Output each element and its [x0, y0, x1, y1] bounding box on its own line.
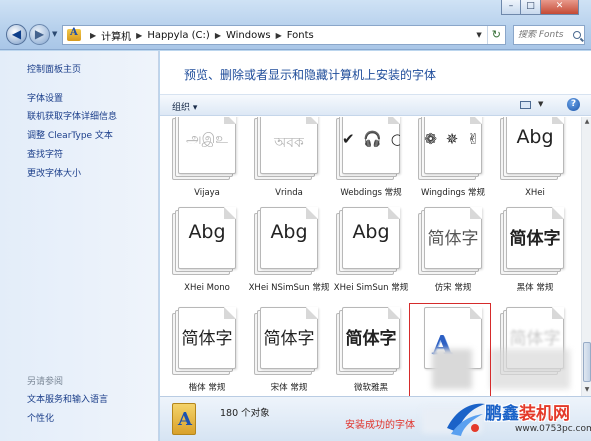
- font-file-icon: அஇஉ: [172, 117, 238, 182]
- font-grid: அஇஉ Vijaya অবক Vrinda ✔ 🎧 ○ Webdings 常规 …: [160, 117, 581, 396]
- help-icon[interactable]: ?: [567, 98, 580, 111]
- font-name: 微软雅黑: [353, 383, 388, 393]
- font-sample: 简体字: [509, 229, 561, 249]
- font-sample: 简体字: [509, 329, 561, 349]
- chevron-right-icon[interactable]: ▶: [136, 31, 142, 40]
- personalization-link[interactable]: 个性化: [27, 411, 54, 424]
- font-file-icon: Abg: [254, 207, 320, 277]
- title-bar: – □ ✕ ◀ ▶ ▼ ▶ 计算机 ▶ Happyla (C:) ▶ Windo…: [0, 0, 591, 50]
- search-box[interactable]: [513, 25, 585, 45]
- breadcrumb-windows[interactable]: Windows: [226, 30, 271, 41]
- address-bar[interactable]: ▶ 计算机 ▶ Happyla (C:) ▶ Windows ▶ Fonts ▼…: [62, 25, 506, 45]
- close-button[interactable]: ✕: [541, 0, 579, 15]
- scroll-down-arrow[interactable]: ▼: [583, 386, 591, 395]
- fonts-folder-icon: [67, 27, 81, 41]
- address-history-dropdown[interactable]: ▼: [471, 31, 486, 39]
- font-file-icon: 简体字: [254, 307, 320, 377]
- watermark-title-a: 鹏鑫: [485, 404, 519, 424]
- find-character-link[interactable]: 查找字符: [27, 147, 63, 160]
- item-count: 180 个对象: [220, 408, 270, 419]
- view-options-dropdown[interactable]: ▼: [538, 100, 543, 108]
- font-name: XHei: [525, 188, 545, 198]
- site-watermark: 鹏鑫装机网 www.0753pc.com: [445, 396, 591, 441]
- font-name: Vrinda: [275, 188, 303, 198]
- font-file-icon: ✔ 🎧 ○: [336, 117, 402, 182]
- font-file-icon: Abg: [336, 207, 402, 277]
- font-sample: 简体字: [427, 229, 479, 249]
- font-sample: 简体字: [181, 329, 233, 349]
- control-panel-home-link[interactable]: 控制面板主页: [27, 62, 81, 75]
- font-name: 仿宋 常规: [434, 283, 472, 293]
- font-sample: Abg: [188, 221, 226, 243]
- scroll-up-arrow[interactable]: ▲: [583, 118, 591, 127]
- organize-menu-button[interactable]: 组织 ▾: [172, 100, 197, 113]
- task-pane: 控制面板主页 字体设置 联机获取字体详细信息 调整 ClearType 文本 查…: [0, 51, 159, 441]
- watermark-url: www.0753pc.com: [515, 424, 591, 434]
- font-file-icon: Abg: [172, 207, 238, 277]
- breadcrumb-drive[interactable]: Happyla (C:): [147, 30, 210, 41]
- font-name: Wingdings 常规: [420, 188, 486, 198]
- font-file-icon: Abg: [500, 117, 566, 182]
- forward-button[interactable]: ▶: [29, 24, 50, 45]
- page-title: 预览、删除或者显示和隐藏计算机上安装的字体: [184, 68, 437, 82]
- breadcrumb-fonts[interactable]: Fonts: [287, 30, 314, 41]
- scrollbar-thumb[interactable]: [583, 342, 591, 382]
- font-file-icon: 简体字: [418, 207, 484, 277]
- back-button[interactable]: ◀: [6, 24, 27, 45]
- font-name: Vijaya: [194, 188, 220, 198]
- search-icon[interactable]: [573, 31, 581, 39]
- font-name: 宋体 常规: [270, 383, 308, 393]
- font-file-icon: ❁ ✵ ✌: [418, 117, 484, 182]
- annotation-caption: 安装成功的字体: [345, 420, 415, 431]
- watermark-title: 鹏鑫装机网: [485, 399, 570, 424]
- chevron-right-icon[interactable]: ▶: [215, 31, 221, 40]
- font-sample: অবক: [274, 135, 304, 151]
- get-font-info-online-link[interactable]: 联机获取字体详细信息: [27, 109, 117, 122]
- font-sample: Abg: [270, 221, 308, 243]
- font-sample: ❁ ✵ ✌: [424, 130, 482, 148]
- vertical-scrollbar[interactable]: ▲ ▼: [581, 117, 591, 396]
- highlight-box: [409, 303, 491, 396]
- window-controls: – □ ✕: [501, 0, 579, 15]
- maximize-button[interactable]: □: [521, 0, 541, 15]
- chevron-right-icon[interactable]: ▶: [276, 31, 282, 40]
- font-name: XHei NSimSun 常规: [248, 283, 330, 293]
- font-file-icon: 简体字: [172, 307, 238, 377]
- font-file-icon: অবক: [254, 117, 320, 182]
- font-settings-link[interactable]: 字体设置: [27, 91, 63, 104]
- see-also-heading: 另请参阅: [27, 377, 64, 387]
- recent-pages-dropdown[interactable]: ▼: [52, 30, 57, 38]
- chevron-right-icon[interactable]: ▶: [90, 31, 96, 40]
- command-bar: 组织 ▾ ▼ ?: [160, 94, 591, 116]
- minimize-button[interactable]: –: [501, 0, 521, 15]
- font-sample: அஇஉ: [186, 131, 228, 147]
- mosaic-blur: [490, 349, 570, 389]
- watermark-title-b: 装机网: [519, 404, 570, 424]
- font-file-icon: 简体字: [336, 307, 402, 377]
- breadcrumb-computer[interactable]: 计算机: [101, 28, 131, 43]
- content-pane: 预览、删除或者显示和隐藏计算机上安装的字体 组织 ▾ ▼ ? அஇஉ Vijay…: [160, 51, 591, 396]
- font-sample: 简体字: [263, 329, 315, 349]
- font-file-icon: 简体字: [500, 207, 566, 277]
- change-font-size-link[interactable]: 更改字体大小: [27, 166, 81, 179]
- change-view-icon[interactable]: [520, 101, 531, 109]
- font-sample: 简体字: [345, 329, 397, 349]
- text-services-link[interactable]: 文本服务和输入语言: [27, 392, 108, 405]
- fonts-folder-large-icon: [172, 403, 196, 435]
- address-actions: ▼ ↻: [471, 26, 505, 44]
- refresh-icon[interactable]: ↻: [486, 26, 505, 44]
- font-sample: Abg: [516, 126, 554, 148]
- font-name: 黑体 常规: [516, 283, 554, 293]
- font-sample: Abg: [352, 221, 390, 243]
- font-name: 楷体 常规: [188, 383, 226, 393]
- watermark-logo-icon: [447, 403, 485, 436]
- font-sample: ✔ 🎧 ○: [342, 130, 400, 148]
- font-name: Webdings 常规: [340, 188, 402, 198]
- adjust-cleartype-link[interactable]: 调整 ClearType 文本: [27, 128, 113, 141]
- font-name: XHei Mono: [184, 283, 230, 293]
- search-input[interactable]: [518, 30, 572, 40]
- font-name: XHei SimSun 常规: [333, 283, 409, 293]
